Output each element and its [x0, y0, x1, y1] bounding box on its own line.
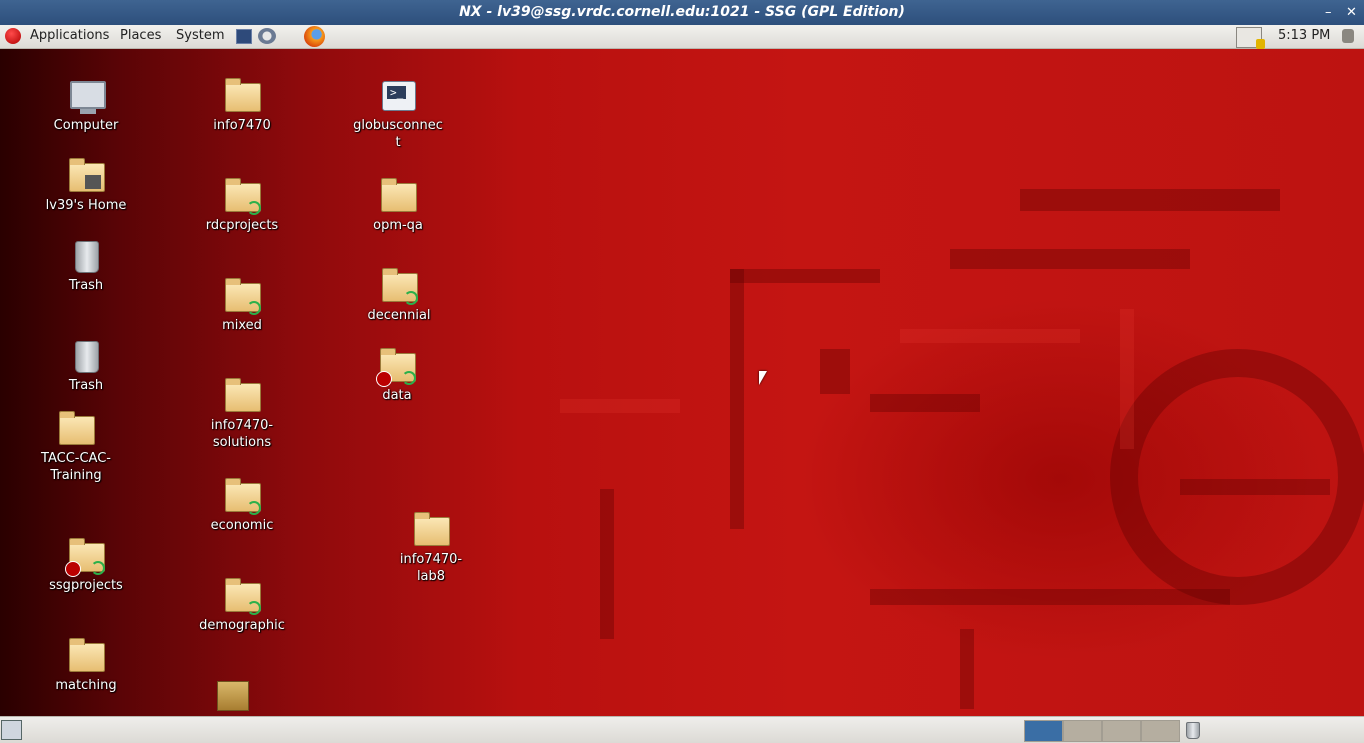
application-icon [379, 77, 417, 115]
printer-icon[interactable] [258, 28, 276, 44]
wallpaper-shape [1110, 349, 1364, 605]
folder-icon [223, 377, 261, 415]
wallpaper-shape [1180, 479, 1330, 495]
trash-icon[interactable] [1186, 722, 1200, 739]
desktop-icon-trash-2[interactable]: Trash [41, 337, 131, 394]
desktop-icon-info7470-lab8[interactable]: info7470-lab8 [386, 511, 476, 585]
top-panel: Applications Places System 5:13 PM [0, 25, 1364, 49]
icon-label: TACC-CAC-Training [41, 451, 111, 483]
wallpaper-shape [560, 399, 680, 413]
desktop-icon-opm-qa[interactable]: opm-qa [353, 177, 443, 234]
desktop-icon-home[interactable]: lv39's Home [41, 157, 131, 214]
mouse-cursor-icon [759, 371, 767, 385]
icon-label: info7470-solutions [210, 418, 274, 450]
volume-icon[interactable] [1342, 29, 1354, 43]
wallpaper-shape [730, 269, 744, 529]
desktop-icon-decennial[interactable]: decennial [354, 267, 444, 324]
icon-label: decennial [367, 308, 431, 323]
window-title: NX - lv39@ssg.vrdc.cornell.edu:1021 - SS… [459, 4, 905, 20]
icon-label: Trash [68, 278, 104, 293]
folder-icon [67, 637, 105, 675]
icon-label: Computer [53, 118, 119, 133]
folder-link-icon [223, 277, 261, 315]
close-icon[interactable]: ✕ [1346, 0, 1357, 25]
icon-label: lv39's Home [45, 198, 127, 213]
folder-icon [223, 77, 261, 115]
clock[interactable]: 5:13 PM [1278, 25, 1330, 47]
wallpaper-shape [730, 269, 880, 283]
folder-link-icon [223, 177, 261, 215]
icon-label: economic [210, 518, 274, 533]
trash-icon [67, 337, 105, 375]
folder-link-icon [223, 577, 261, 615]
show-desktop-icon[interactable] [1, 720, 22, 740]
icon-label: rdcprojects [205, 218, 279, 233]
redhat-logo-icon[interactable] [5, 28, 21, 44]
network-icon[interactable] [1236, 27, 1265, 49]
workspace-3[interactable] [1102, 720, 1141, 742]
desktop-icon-globusconnect[interactable]: globusconnect [353, 77, 443, 151]
desktop-icon-trash[interactable]: Trash [41, 237, 131, 294]
icon-label: demographic [199, 618, 285, 633]
terminal-icon[interactable] [236, 29, 252, 44]
icon-label: opm-qa [373, 218, 423, 233]
desktop-icon-package[interactable] [187, 675, 277, 715]
wallpaper-shape [600, 489, 614, 639]
desktop-icon-ssgprojects[interactable]: ssgprojects [41, 537, 131, 594]
folder-icon [412, 511, 450, 549]
menu-system[interactable]: System [176, 25, 224, 47]
icon-label: mixed [222, 318, 262, 333]
folder-link-broken-icon [65, 537, 105, 577]
wallpaper-shape [900, 329, 1080, 343]
firefox-icon[interactable] [304, 26, 325, 47]
bottom-panel [0, 716, 1364, 743]
desktop-icon-data[interactable]: data [352, 347, 442, 404]
folder-link-broken-icon [376, 347, 416, 387]
desktop-icon-computer[interactable]: Computer [41, 77, 131, 134]
desktop-icon-economic[interactable]: economic [197, 477, 287, 534]
wallpaper-shape [870, 589, 1230, 605]
home-folder-icon [67, 157, 105, 195]
minimize-icon[interactable]: – [1325, 0, 1332, 25]
icon-label: data [382, 388, 412, 403]
desktop-icon-matching[interactable]: matching [41, 637, 131, 694]
workspace-4[interactable] [1141, 720, 1180, 742]
folder-icon [379, 177, 417, 215]
menu-applications[interactable]: Applications [30, 25, 109, 47]
icon-label: info7470-lab8 [399, 552, 463, 584]
menu-places[interactable]: Places [120, 25, 161, 47]
computer-icon [67, 77, 106, 115]
workspace-1[interactable] [1024, 720, 1063, 742]
folder-link-icon [223, 477, 261, 515]
trash-icon [67, 237, 105, 275]
package-icon [213, 675, 251, 713]
icon-label: Trash [68, 378, 104, 393]
desktop-icon-demographic[interactable]: demographic [197, 577, 287, 634]
icon-label: matching [55, 678, 117, 693]
desktop[interactable]: Computer lv39's Home Trash Trash TACC-CA… [0, 49, 1364, 716]
desktop-icon-info7470[interactable]: info7470 [197, 77, 287, 134]
wallpaper-shape [870, 394, 980, 412]
desktop-icon-mixed[interactable]: mixed [197, 277, 287, 334]
nx-window-titlebar: NX - lv39@ssg.vrdc.cornell.edu:1021 - SS… [0, 0, 1364, 25]
folder-icon [57, 410, 95, 448]
wallpaper-shape [820, 349, 850, 394]
folder-link-icon [380, 267, 418, 305]
wallpaper-shape [950, 249, 1190, 269]
icon-label: globusconnect [353, 118, 443, 150]
wallpaper-shape [960, 629, 974, 709]
desktop-icon-rdcprojects[interactable]: rdcprojects [197, 177, 287, 234]
wallpaper-shape [1020, 189, 1280, 211]
desktop-icon-tacc-cac-training[interactable]: TACC-CAC-Training [31, 410, 121, 484]
desktop-icon-info7470-solutions[interactable]: info7470-solutions [197, 377, 287, 451]
workspace-2[interactable] [1063, 720, 1102, 742]
icon-label: info7470 [213, 118, 271, 133]
wallpaper-shape [1120, 309, 1134, 449]
icon-label: ssgprojects [49, 578, 123, 593]
